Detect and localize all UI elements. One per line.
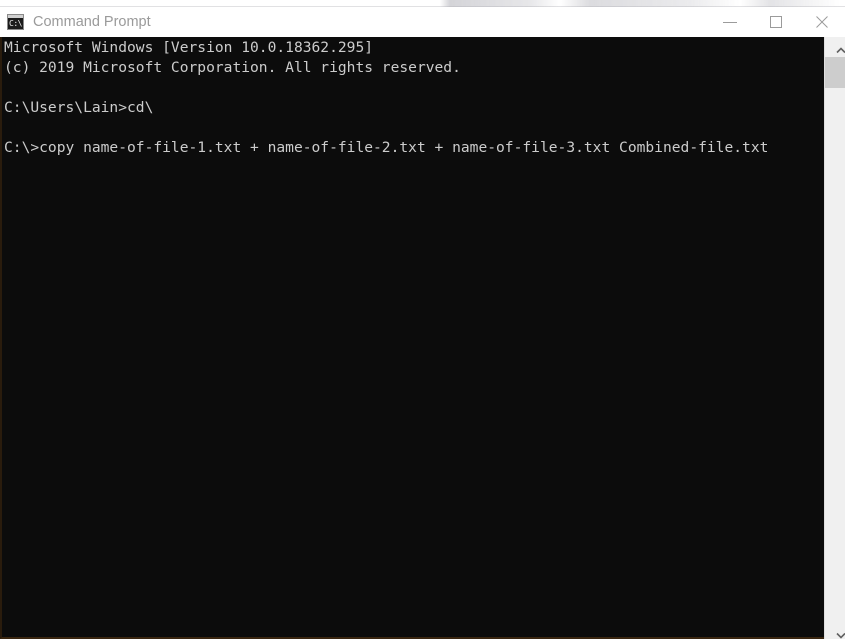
window-controls	[707, 7, 845, 37]
scrollbar-track[interactable]	[825, 55, 845, 621]
window-title: Command Prompt	[33, 14, 151, 30]
cmd-app-icon[interactable]: C:\.	[7, 14, 24, 30]
window-titlebar[interactable]: C:\. Command Prompt	[0, 7, 845, 37]
maximize-icon	[765, 11, 787, 33]
vertical-scrollbar[interactable]	[824, 37, 845, 639]
close-icon	[811, 11, 833, 33]
maximize-button[interactable]	[753, 7, 799, 37]
close-button[interactable]	[799, 7, 845, 37]
minimize-icon	[719, 16, 741, 28]
console-text: Microsoft Windows [Version 10.0.18362.29…	[4, 39, 769, 156]
scrollbar-thumb[interactable]	[825, 57, 845, 88]
console-body: Microsoft Windows [Version 10.0.18362.29…	[0, 37, 845, 639]
console-output-area[interactable]: Microsoft Windows [Version 10.0.18362.29…	[0, 37, 831, 639]
titlebar-left-group: C:\. Command Prompt	[0, 13, 707, 31]
scroll-up-button[interactable]	[825, 37, 845, 55]
cmd-icon-prompt-glyph: C:\.	[9, 19, 23, 28]
command-prompt-window: C:\. Command Prompt	[0, 0, 845, 639]
minimize-button[interactable]	[707, 7, 753, 37]
background-bleed-artifact	[0, 0, 845, 7]
scroll-down-button[interactable]	[825, 621, 845, 639]
